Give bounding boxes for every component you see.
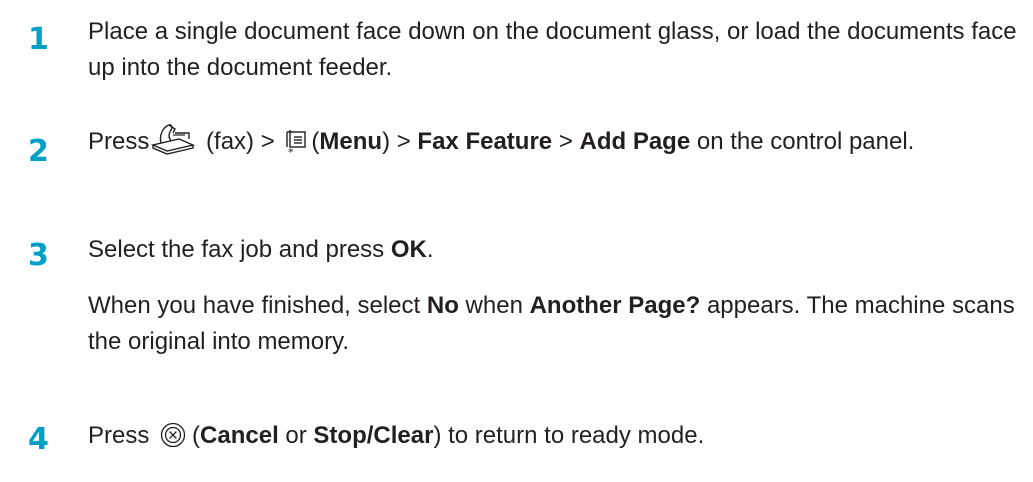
step-number: 4 — [28, 422, 49, 457]
cancel-label: Cancel — [200, 422, 279, 449]
menu-icon: * — [285, 129, 307, 159]
step-1-instruction: Place a single document face down on the… — [88, 18, 1017, 81]
svg-text:*: * — [288, 146, 294, 156]
step-text: Press (fax) > * (Menu) > Fax Feature > A… — [88, 121, 1028, 161]
menu-close-paren: ) > — [382, 128, 411, 155]
press-text: Press — [88, 422, 150, 449]
when-text: when — [465, 292, 523, 319]
step-2-instruction: Press (fax) > * (Menu) > Fax Feature > A… — [88, 121, 1028, 161]
no-label: No — [426, 292, 459, 319]
step-number: 1 — [28, 22, 49, 57]
another-page-label: Another Page? — [529, 292, 701, 319]
fax-feature-label: Fax Feature — [417, 128, 553, 155]
select-job-text: Select the fax job and press — [88, 236, 385, 263]
step-3-note: When you have finished, select No when A… — [88, 288, 1028, 360]
step-4-tail: ) to return to ready mode. — [433, 422, 705, 449]
step-4-instruction: Press (Cancel or Stop/Clear) to return t… — [88, 418, 1028, 454]
step-text: Press (Cancel or Stop/Clear) to return t… — [88, 418, 1028, 454]
open-paren: ( — [192, 422, 201, 449]
menu-label: Menu — [319, 128, 383, 155]
fax-label: (fax) > — [206, 128, 275, 155]
finished-text: When you have finished, select — [88, 292, 421, 319]
or-text: or — [285, 422, 307, 449]
cancel-icon — [160, 422, 186, 448]
press-text: Press — [88, 128, 150, 155]
separator: > — [558, 128, 573, 155]
step-text: Place a single document face down on the… — [88, 14, 1028, 86]
step-2-tail: on the control panel. — [696, 128, 915, 155]
step-3-instruction: Select the fax job and press OK. — [88, 232, 1028, 268]
fax-icon — [149, 121, 196, 157]
step-number: 2 — [28, 134, 49, 169]
step-text: Select the fax job and press OK. When yo… — [88, 232, 1028, 360]
stop-clear-label: Stop/Clear — [313, 422, 434, 449]
add-page-label: Add Page — [579, 128, 691, 155]
step-number: 3 — [28, 238, 49, 273]
ok-label: OK — [390, 236, 427, 263]
period: . — [426, 236, 434, 263]
